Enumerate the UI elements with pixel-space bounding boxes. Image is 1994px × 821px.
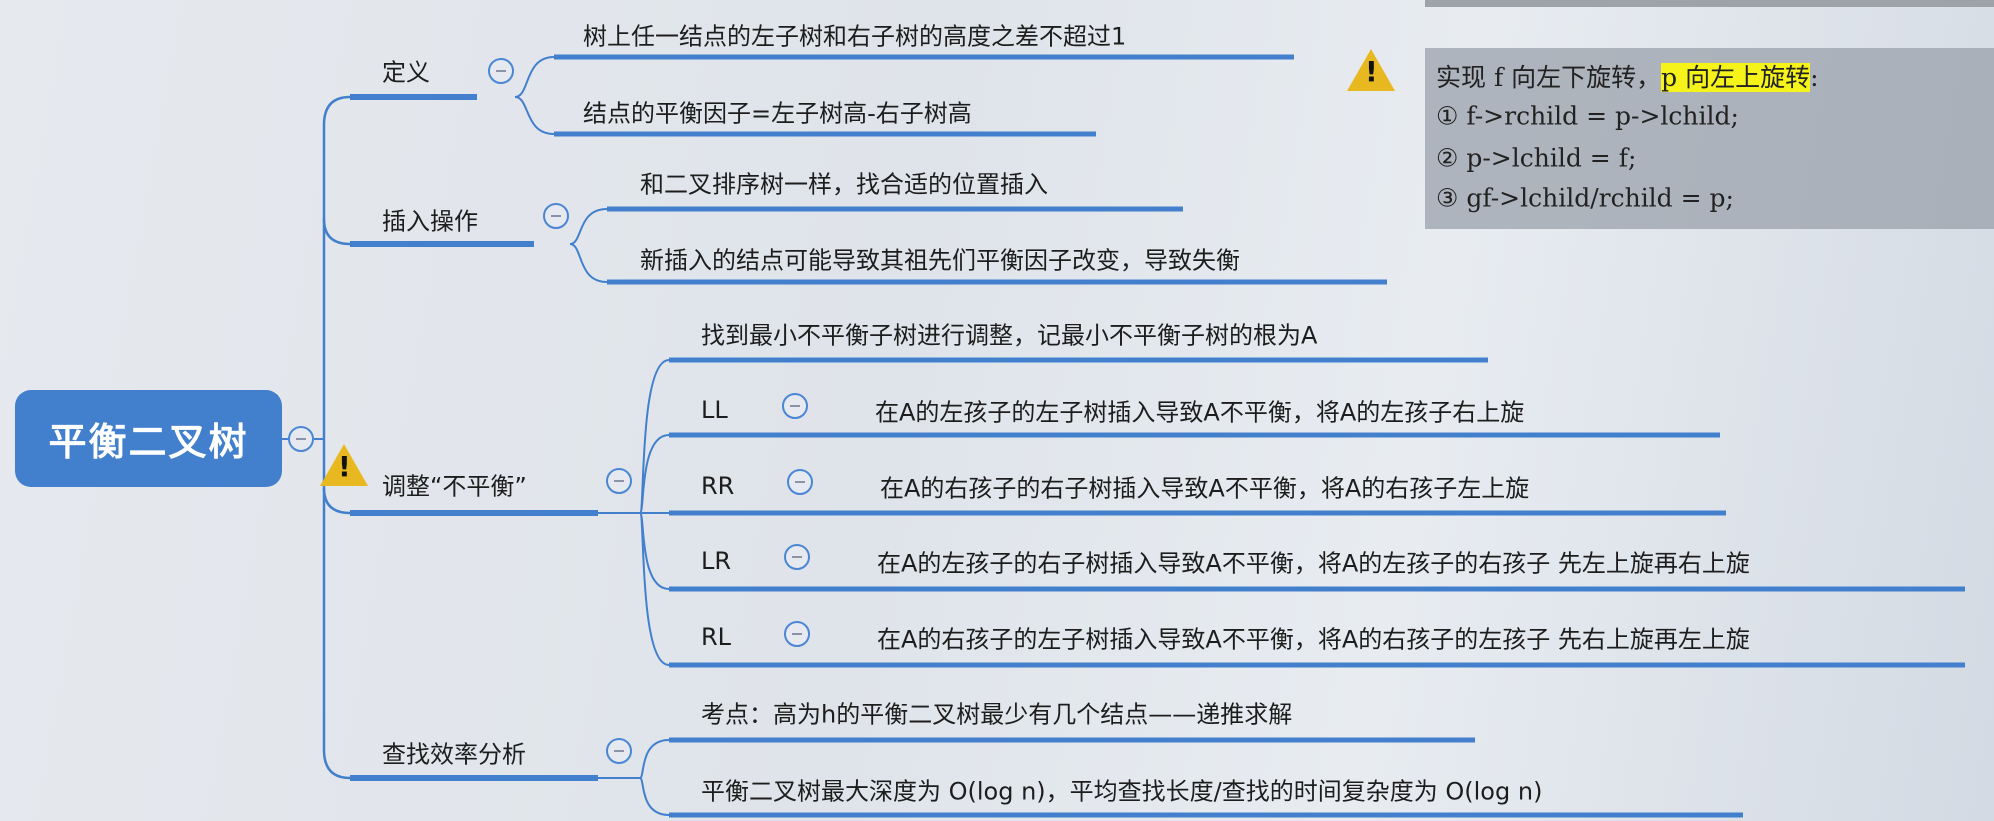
connector [639, 777, 670, 816]
connector [322, 487, 351, 515]
branch-insert[interactable]: 插入操作 [382, 202, 478, 237]
branch-adjust[interactable]: 调整“不平衡” [382, 467, 527, 502]
rotation-tag-rr[interactable]: RR [701, 472, 734, 500]
branch-efficiency[interactable]: 查找效率分析 [382, 735, 526, 770]
list-item[interactable]: 树上任一结点的左子树和右子树的高度之差不超过1 [583, 17, 1126, 52]
connector [322, 95, 351, 780]
note-text: 实现 f 向左下旋转， [1436, 63, 1662, 92]
connector [322, 218, 351, 246]
list-item[interactable]: 新插入的结点可能导致其祖先们平衡因子改变，导致失衡 [640, 241, 1240, 276]
branch-definition[interactable]: 定义 [382, 53, 430, 88]
warning-icon: ! [1347, 49, 1395, 91]
note-step: ② p->lchild = f; [1436, 143, 1637, 173]
list-item[interactable]: 在A的左孩子的右子树插入导致A不平衡，将A的左孩子的右孩子 先左上旋再右上旋 [877, 544, 1750, 579]
list-item[interactable]: 平衡二叉树最大深度为 O(log n)，平均查找长度/查找的时间复杂度为 O(l… [701, 772, 1542, 807]
rotation-tag-ll[interactable]: LL [701, 396, 728, 424]
note-line-1: 实现 f 向左下旋转，p 向左上旋转: [1436, 58, 1819, 94]
collapse-insert-button[interactable] [543, 203, 569, 229]
collapse-ll-button[interactable] [782, 393, 808, 419]
list-item[interactable]: 在A的右孩子的右子树插入导致A不平衡，将A的右孩子左上旋 [880, 469, 1529, 504]
list-item[interactable]: 结点的平衡因子=左子树高-右子树高 [583, 94, 972, 129]
connector [569, 243, 608, 283]
rotation-tag-rl[interactable]: RL [701, 623, 731, 651]
connector [514, 96, 555, 135]
collapse-definition-button[interactable] [488, 58, 514, 84]
list-item[interactable]: 考点：高为h的平衡二叉树最少有几个结点——递推求解 [701, 695, 1292, 730]
collapse-lr-button[interactable] [784, 544, 810, 570]
list-item[interactable]: 找到最小不平衡子树进行调整，记最小不平衡子树的根为A [701, 316, 1317, 351]
note-colon: : [1810, 63, 1819, 92]
connector [569, 208, 608, 245]
list-item[interactable]: 和二叉排序树一样，找合适的位置插入 [640, 165, 1048, 200]
collapse-efficiency-button[interactable] [606, 738, 632, 764]
collapse-rr-button[interactable] [787, 469, 813, 495]
list-item[interactable]: 在A的左孩子的左子树插入导致A不平衡，将A的左孩子右上旋 [875, 393, 1524, 428]
collapse-root-button[interactable] [288, 426, 314, 452]
note-step: ③ gf->lchild/rchild = p; [1436, 183, 1734, 213]
collapse-adjust-button[interactable] [606, 468, 632, 494]
top-bar [1425, 0, 1994, 7]
note-highlight: p 向左上旋转 [1661, 63, 1811, 92]
warning-icon: ! [320, 444, 368, 486]
note-step: ① f->rchild = p->lchild; [1436, 101, 1739, 131]
list-item[interactable]: 在A的右孩子的左子树插入导致A不平衡，将A的右孩子的左孩子 先右上旋再左上旋 [877, 620, 1750, 655]
connector [514, 56, 555, 98]
root-node[interactable]: 平衡二叉树 [15, 390, 282, 487]
rotation-tag-lr[interactable]: LR [701, 547, 731, 575]
collapse-rl-button[interactable] [784, 621, 810, 647]
connector [639, 739, 670, 779]
